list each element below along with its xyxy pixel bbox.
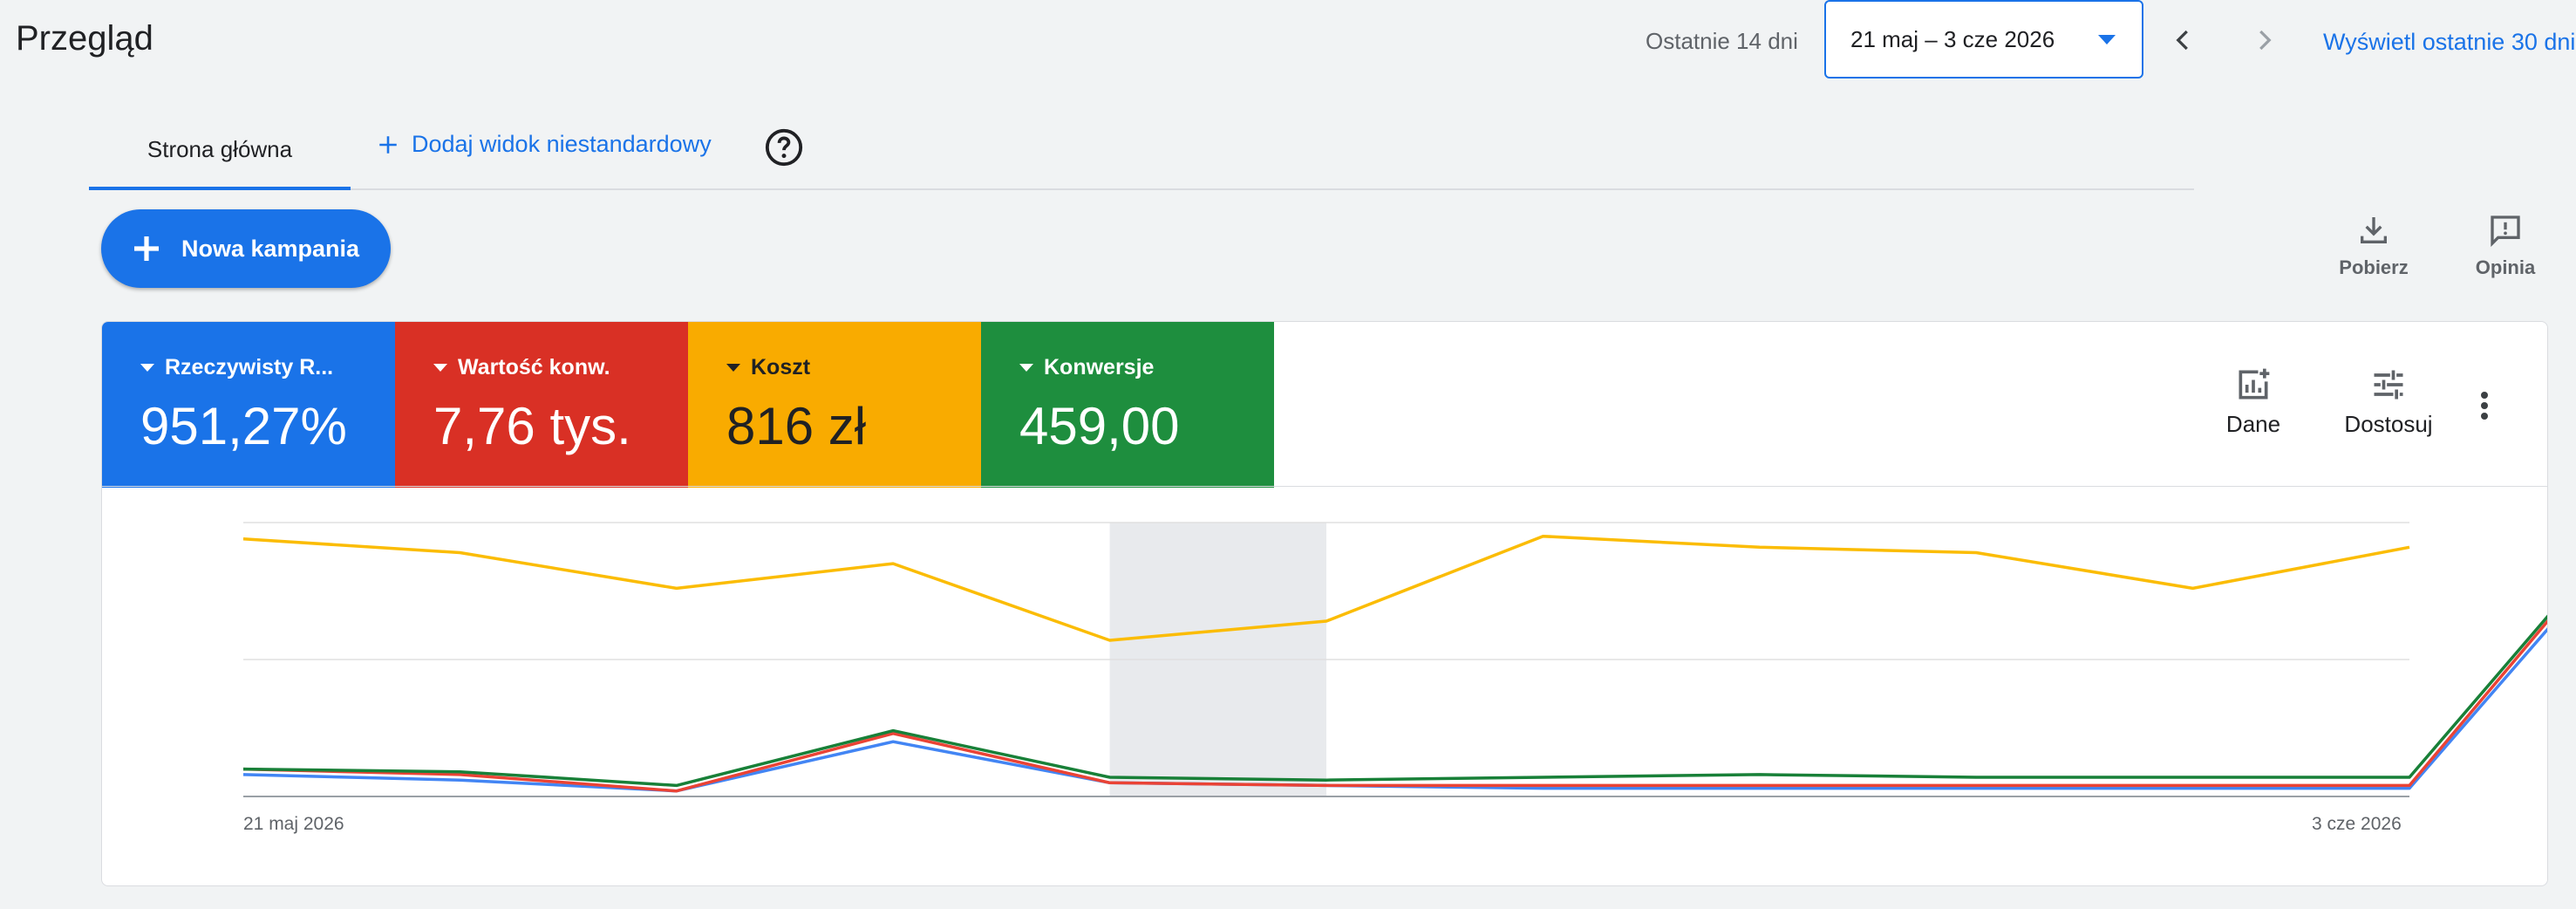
add-custom-view-label: Dodaj widok niestandardowy xyxy=(412,131,712,157)
metric-conversions[interactable]: Konwersje 459,00 xyxy=(981,322,1274,488)
page-title: Przegląd xyxy=(16,19,153,58)
series-line xyxy=(242,627,2547,793)
x-axis-end-label: 3 cze 2026 xyxy=(2312,814,2402,834)
tab-home[interactable]: Strona główna xyxy=(89,122,351,190)
metric-value: 816 zł xyxy=(726,397,867,455)
metric-value: 459,00 xyxy=(1019,397,1180,455)
feedback-button[interactable]: Opinia xyxy=(2459,213,2552,279)
performance-card: Rzeczywisty R... 951,27% Wartość konw. 7… xyxy=(101,321,2548,886)
caret-down-icon xyxy=(140,364,154,372)
feedback-label: Opinia xyxy=(2475,256,2536,278)
new-campaign-label: Nowa kampania xyxy=(181,235,360,262)
x-axis-start-label: 21 maj 2026 xyxy=(243,814,344,834)
chevron-left-icon xyxy=(2176,30,2188,51)
add-custom-view-tab[interactable]: Dodaj widok niestandardowy xyxy=(377,131,712,158)
metric-conversion-value[interactable]: Wartość konw. 7,76 tys. xyxy=(395,322,688,488)
plus-icon xyxy=(379,135,397,154)
more-options-icon[interactable] xyxy=(2477,388,2491,423)
download-icon xyxy=(2361,217,2387,243)
download-button[interactable]: Pobierz xyxy=(2325,213,2423,279)
performance-chart xyxy=(242,522,2547,797)
metric-cost[interactable]: Koszt 816 zł xyxy=(688,322,981,488)
data-label: Dane xyxy=(2225,411,2281,437)
tune-icon xyxy=(2374,370,2403,400)
caret-down-icon xyxy=(433,364,447,372)
metric-roas[interactable]: Rzeczywisty R... 951,27% xyxy=(102,322,395,488)
tab-home-label: Strona główna xyxy=(147,136,293,162)
customize-label: Dostosuj xyxy=(2344,411,2433,437)
tabs-divider xyxy=(89,188,2194,190)
metric-value: 7,76 tys. xyxy=(433,397,631,455)
date-range-picker[interactable]: 21 maj – 3 cze 2026 xyxy=(1824,0,2143,79)
add-chart-icon xyxy=(2239,368,2270,400)
plus-icon xyxy=(134,236,159,261)
metric-label: Konwersje xyxy=(1044,355,1155,379)
tab-active-indicator xyxy=(89,187,351,190)
metric-label: Rzeczywisty R... xyxy=(165,355,334,379)
metric-label: Wartość konw. xyxy=(458,355,610,379)
data-button[interactable]: Dane xyxy=(2212,366,2294,438)
next-period-button[interactable] xyxy=(2238,14,2290,66)
metric-label: Koszt xyxy=(751,355,811,379)
date-range-value: 21 maj – 3 cze 2026 xyxy=(1850,25,2055,52)
new-campaign-button[interactable]: Nowa kampania xyxy=(101,209,391,288)
help-icon[interactable] xyxy=(764,127,804,167)
caret-down-icon xyxy=(726,364,740,372)
previous-period-button[interactable] xyxy=(2157,14,2210,66)
card-divider xyxy=(102,486,2547,487)
chevron-right-icon xyxy=(2259,30,2272,51)
date-range-label: Ostatnie 14 dni xyxy=(1646,28,1798,54)
series-line xyxy=(242,614,2547,788)
caret-down-icon xyxy=(1019,364,1033,372)
show-last-30-days-link[interactable]: Wyświetl ostatnie 30 dni xyxy=(2323,29,2575,56)
download-label: Pobierz xyxy=(2339,256,2409,278)
customize-button[interactable]: Dostosuj xyxy=(2334,366,2443,438)
metric-value: 951,27% xyxy=(140,397,347,455)
caret-down-icon xyxy=(2098,35,2116,44)
feedback-icon xyxy=(2491,215,2520,248)
